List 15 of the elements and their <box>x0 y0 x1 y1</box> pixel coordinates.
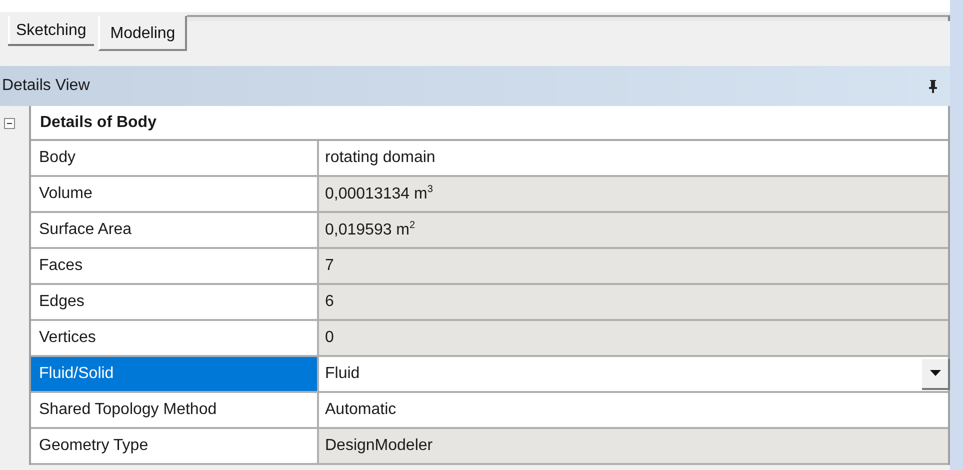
property-value: 0 <box>319 321 948 355</box>
property-value: DesignModeler <box>319 429 948 463</box>
pin-icon[interactable] <box>928 79 938 93</box>
property-value: 6 <box>319 285 948 319</box>
property-value: 7 <box>319 249 948 283</box>
tab[interactable]: Modeling <box>98 16 188 51</box>
property-value: 0,00013134 m$^{3}$ <box>319 177 948 211</box>
dropdown-value: Fluid <box>325 365 360 383</box>
property-value: 0,019593 m$^{2}$ <box>319 213 948 247</box>
property-name[interactable]: Fluid/Solid <box>31 357 319 391</box>
dropdown-button[interactable] <box>922 358 950 390</box>
collapse-icon[interactable] <box>4 118 15 129</box>
caret-icon <box>930 370 940 376</box>
panel-title: Details View <box>1 77 90 95</box>
tab[interactable]: Sketching <box>8 16 94 44</box>
